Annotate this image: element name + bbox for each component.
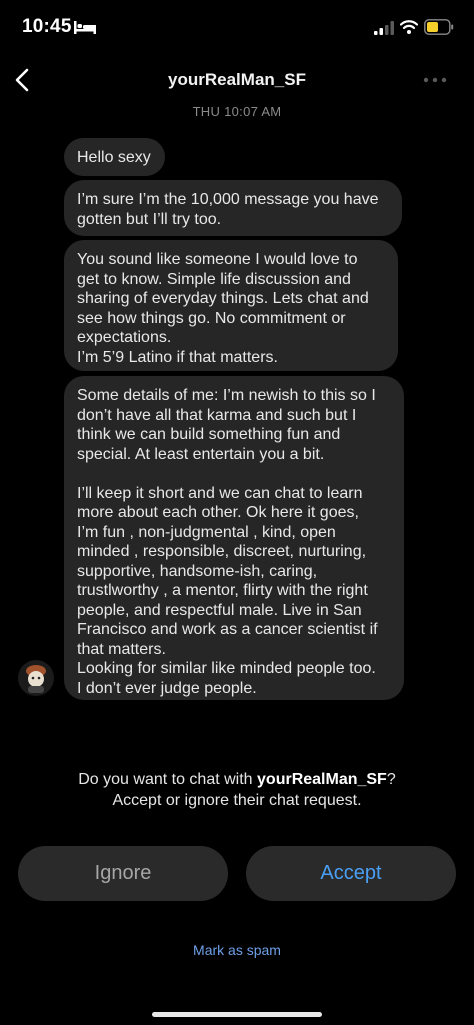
message-timestamp: THU 10:07 AM bbox=[192, 104, 282, 119]
request-instructions: Accept or ignore their chat request. bbox=[112, 792, 362, 809]
request-prompt-prefix: Do you want to chat with bbox=[78, 771, 258, 788]
ignore-button[interactable]: Ignore bbox=[18, 846, 228, 901]
accept-button[interactable]: Accept bbox=[246, 846, 456, 901]
message-bubble: I’m sure I’m the 10,000 message you have… bbox=[64, 180, 402, 236]
message-bubble: You sound like someone I would love to g… bbox=[64, 240, 398, 371]
message-bubble: Hello sexy bbox=[64, 138, 165, 176]
home-indicator[interactable] bbox=[152, 1012, 322, 1017]
battery-icon bbox=[424, 19, 454, 35]
status-bar: 10:45 bbox=[0, 0, 474, 56]
signal-icon bbox=[374, 21, 394, 35]
mark-as-spam-link[interactable]: Mark as spam bbox=[0, 942, 474, 958]
wifi-icon bbox=[400, 20, 418, 34]
status-time: 10:45 bbox=[22, 16, 72, 37]
chat-request-prompt: Do you want to chat with yourRealMan_SF?… bbox=[0, 769, 474, 811]
bed-icon bbox=[74, 21, 96, 34]
request-username: yourRealMan_SF bbox=[257, 771, 387, 788]
message-bubble: Some details of me: I’m newish to this s… bbox=[64, 376, 404, 700]
chat-title: yourRealMan_SF bbox=[168, 70, 306, 89]
avatar[interactable] bbox=[18, 660, 54, 696]
request-prompt-suffix: ? bbox=[386, 771, 396, 788]
more-dots-icon[interactable] bbox=[422, 76, 448, 84]
